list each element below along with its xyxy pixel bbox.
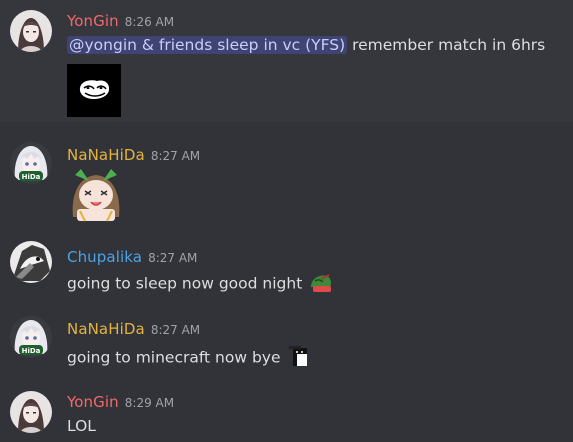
avatar[interactable] [10,241,52,283]
message-item[interactable]: HiDa NaNaHiDa 8:27 AM [0,140,573,230]
message-item[interactable]: HiDa NaNaHiDa 8:27 AM going to minecraft … [0,310,573,370]
avatar-badge-text: HiDa [22,173,41,181]
anime-girl-sticker[interactable] [67,167,125,223]
chat-message-list: YonGin 8:26 AM @yongin & friends sleep in… [0,0,573,442]
avatar-badge-text: HiDa [22,347,41,355]
avatar[interactable]: HiDa [10,142,52,184]
avatar[interactable] [10,391,52,433]
username[interactable]: NaNaHiDa [67,320,145,338]
timestamp: 8:27 AM [150,149,201,163]
avatar[interactable]: HiDa [10,316,52,358]
message-text: going to sleep now good night [67,274,303,293]
message-text: remember match in 6hrs [347,36,546,54]
message-content: going to sleep now good night [67,271,333,297]
timestamp: 8:27 AM [150,323,201,337]
sleeping-pepe-emoji[interactable] [309,271,333,297]
username[interactable]: NaNaHiDa [67,146,145,164]
troll-face-image[interactable] [67,64,121,117]
message-text: going to minecraft now bye [67,348,281,367]
avatar[interactable] [10,10,52,52]
timestamp: 8:26 AM [124,15,175,29]
username[interactable]: YonGin [67,12,119,30]
username[interactable]: Chupalika [67,248,142,266]
message-text: LOL [67,417,96,435]
username[interactable]: YonGin [67,393,119,411]
message-content: @yongin & friends sleep in vc (YFS) reme… [67,36,545,54]
message-item[interactable]: Chupalika 8:27 AM going to sleep now good… [0,237,573,297]
message-item[interactable]: YonGin 8:29 AM LOL [0,384,573,442]
message-content: going to minecraft now bye [67,344,311,372]
message-item[interactable]: YonGin 8:26 AM @yongin & friends sleep in… [0,0,573,122]
message-content: LOL [67,417,96,435]
role-mention[interactable]: @yongin & friends sleep in vc (YFS) [67,36,348,54]
timestamp: 8:27 AM [148,251,198,265]
cat-bye-emoji[interactable] [287,344,311,372]
timestamp: 8:29 AM [124,396,175,410]
